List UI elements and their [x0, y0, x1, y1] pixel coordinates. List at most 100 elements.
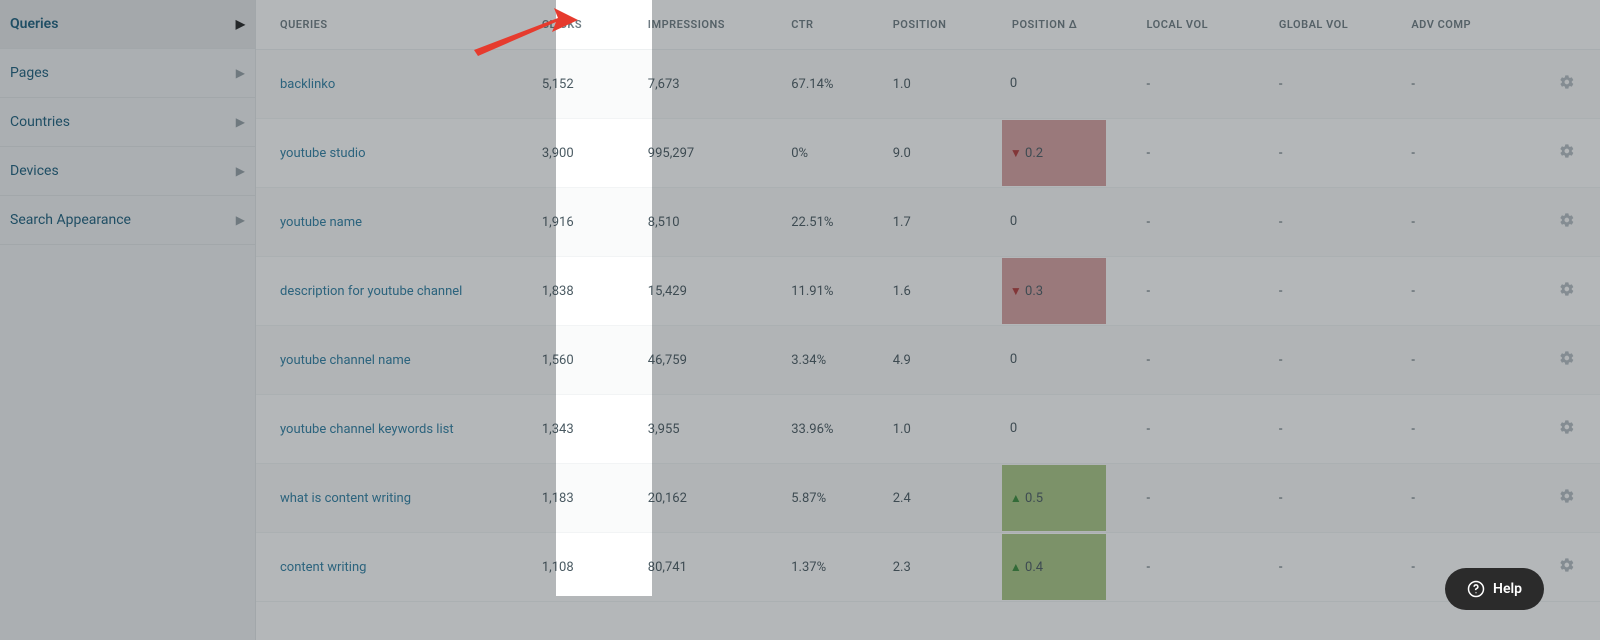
help-button[interactable]: Help: [1445, 568, 1544, 610]
cell-actions: [1534, 464, 1600, 533]
query-link[interactable]: youtube name: [280, 215, 362, 230]
results-table: QUERIES CLICKS IMPRESSIONS CTR POSITION …: [256, 0, 1600, 602]
sidebar-item-search-appearance[interactable]: Search Appearance ▶: [0, 196, 255, 245]
cell-impressions: 995,297: [638, 119, 781, 188]
cell-position: 1.6: [883, 257, 1002, 326]
table-row: youtube channel keywords list1,3433,9553…: [256, 395, 1600, 464]
cell-adv-comp: -: [1401, 119, 1533, 188]
sidebar-item-label: Search Appearance: [10, 212, 131, 228]
cell-query: content writing: [256, 533, 532, 602]
cell-ctr: 33.96%: [781, 395, 883, 464]
cell-clicks: 1,916: [532, 188, 638, 257]
cell-position: 1.7: [883, 188, 1002, 257]
cell-query: description for youtube channel: [256, 257, 532, 326]
cell-impressions: 3,955: [638, 395, 781, 464]
gear-icon[interactable]: [1559, 217, 1575, 232]
query-link[interactable]: description for youtube channel: [280, 284, 462, 299]
table-row: youtube name1,9168,51022.51%1.70---: [256, 188, 1600, 257]
col-impressions[interactable]: IMPRESSIONS: [638, 0, 781, 50]
cell-ctr: 67.14%: [781, 50, 883, 119]
table-row: youtube studio3,900995,2970%9.0▼ 0.2---: [256, 119, 1600, 188]
gear-icon[interactable]: [1559, 286, 1575, 301]
cell-local-vol: -: [1137, 257, 1269, 326]
col-local-vol[interactable]: LOCAL VOL: [1137, 0, 1269, 50]
cell-position: 4.9: [883, 326, 1002, 395]
arrow-up-icon: ▲: [1010, 491, 1022, 505]
cell-local-vol: -: [1137, 119, 1269, 188]
table-row: youtube channel name 1,56046,7593.34%4.90…: [256, 326, 1600, 395]
sidebar-item-queries[interactable]: Queries ▶: [0, 0, 255, 49]
cell-impressions: 7,673: [638, 50, 781, 119]
cell-adv-comp: -: [1401, 395, 1533, 464]
col-queries[interactable]: QUERIES: [256, 0, 532, 50]
cell-clicks: 1,108: [532, 533, 638, 602]
cell-impressions: 15,429: [638, 257, 781, 326]
cell-local-vol: -: [1137, 188, 1269, 257]
cell-local-vol: -: [1137, 50, 1269, 119]
query-link[interactable]: backlinko: [280, 77, 335, 92]
cell-impressions: 20,162: [638, 464, 781, 533]
help-icon: [1467, 580, 1485, 598]
cell-impressions: 46,759: [638, 326, 781, 395]
col-ctr[interactable]: CTR: [781, 0, 883, 50]
gear-icon[interactable]: [1559, 493, 1575, 508]
cell-clicks: 3,900: [532, 119, 638, 188]
caret-right-icon: ▶: [236, 115, 245, 129]
cell-local-vol: -: [1137, 533, 1269, 602]
cell-clicks: 5,152: [532, 50, 638, 119]
cell-global-vol: -: [1269, 257, 1401, 326]
gear-icon[interactable]: [1559, 148, 1575, 163]
col-adv-comp[interactable]: ADV COMP: [1401, 0, 1533, 50]
sidebar-item-pages[interactable]: Pages ▶: [0, 49, 255, 98]
gear-icon[interactable]: [1559, 79, 1575, 94]
gear-icon[interactable]: [1559, 424, 1575, 439]
cell-local-vol: -: [1137, 326, 1269, 395]
gear-icon[interactable]: [1559, 562, 1575, 577]
cell-impressions: 8,510: [638, 188, 781, 257]
query-link[interactable]: youtube channel keywords list: [280, 422, 454, 437]
cell-position-delta: 0: [1002, 395, 1137, 464]
cell-position: 1.0: [883, 395, 1002, 464]
cell-ctr: 0%: [781, 119, 883, 188]
cell-adv-comp: -: [1401, 50, 1533, 119]
cell-adv-comp: -: [1401, 326, 1533, 395]
sidebar: Queries ▶ Pages ▶ Countries ▶ Devices ▶ …: [0, 0, 256, 640]
cell-query: youtube channel keywords list: [256, 395, 532, 464]
col-clicks[interactable]: CLICKS: [532, 0, 638, 50]
sidebar-item-devices[interactable]: Devices ▶: [0, 147, 255, 196]
col-position[interactable]: POSITION: [883, 0, 1002, 50]
cell-clicks: 1,560: [532, 326, 638, 395]
sidebar-item-label: Devices: [10, 163, 59, 179]
cell-position-delta: 0: [1002, 326, 1137, 395]
cell-position-delta: ▼ 0.2: [1002, 119, 1137, 188]
cell-global-vol: -: [1269, 119, 1401, 188]
cell-ctr: 3.34%: [781, 326, 883, 395]
query-link[interactable]: content writing: [280, 560, 366, 575]
cell-local-vol: -: [1137, 464, 1269, 533]
cell-global-vol: -: [1269, 395, 1401, 464]
cell-query: backlinko: [256, 50, 532, 119]
cell-clicks: 1,183: [532, 464, 638, 533]
cell-query: youtube studio: [256, 119, 532, 188]
cell-position-delta: ▲ 0.4: [1002, 533, 1137, 602]
cell-adv-comp: -: [1401, 464, 1533, 533]
cell-global-vol: -: [1269, 326, 1401, 395]
sidebar-item-countries[interactable]: Countries ▶: [0, 98, 255, 147]
cell-actions: [1534, 257, 1600, 326]
caret-right-icon: ▶: [236, 213, 245, 227]
sidebar-item-label: Queries: [10, 16, 58, 32]
col-position-delta[interactable]: POSITION Δ: [1002, 0, 1137, 50]
sidebar-item-label: Pages: [10, 65, 49, 81]
gear-icon[interactable]: [1559, 355, 1575, 370]
col-global-vol[interactable]: GLOBAL VOL: [1269, 0, 1401, 50]
cell-ctr: 22.51%: [781, 188, 883, 257]
cell-position: 2.4: [883, 464, 1002, 533]
query-link[interactable]: what is content writing: [280, 491, 411, 506]
cell-global-vol: -: [1269, 464, 1401, 533]
cell-actions: [1534, 119, 1600, 188]
query-link[interactable]: youtube studio: [280, 146, 366, 161]
cell-ctr: 1.37%: [781, 533, 883, 602]
cell-actions: [1534, 50, 1600, 119]
sidebar-item-label: Countries: [10, 114, 70, 130]
query-link[interactable]: youtube channel name: [280, 353, 411, 368]
